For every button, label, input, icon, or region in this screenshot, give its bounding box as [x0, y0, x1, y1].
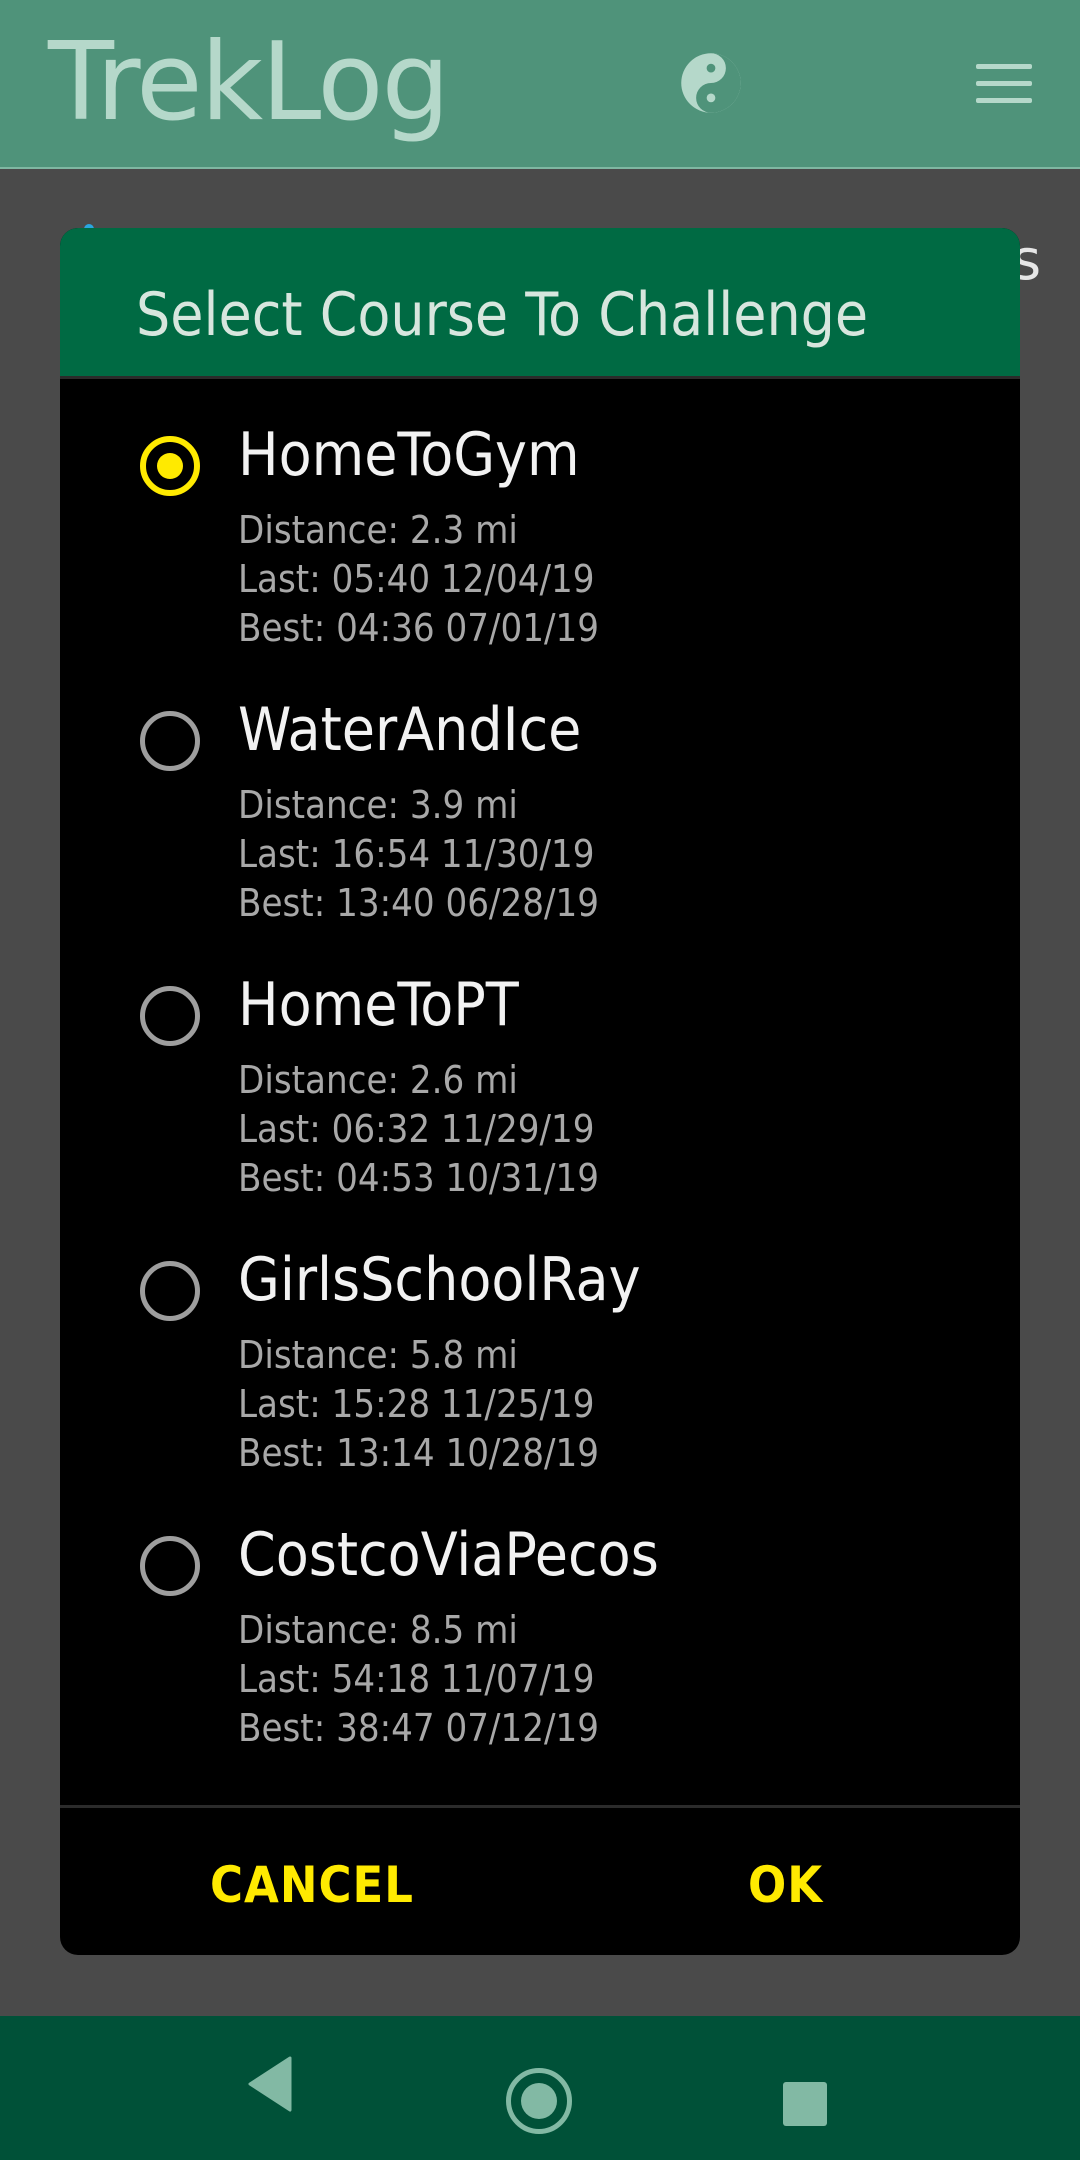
course-best-time: Best: 04:53 10/31/19 — [238, 1156, 599, 1200]
ok-button[interactable]: OK — [748, 1856, 823, 1914]
course-name: WaterAndIce — [238, 695, 582, 765]
radio-unselected-icon[interactable] — [140, 1536, 200, 1596]
course-last-time: Last: 05:40 12/04/19 — [238, 557, 595, 601]
course-distance: Distance: 8.5 mi — [238, 1608, 518, 1652]
app-bar: TrekLog — [0, 0, 1080, 169]
home-circle-icon[interactable] — [506, 2068, 572, 2134]
course-last-time: Last: 06:32 11/29/19 — [238, 1107, 595, 1151]
system-navigation-bar — [0, 2016, 1080, 2160]
course-name: HomeToGym — [238, 420, 580, 490]
course-option-hometopt[interactable]: HomeToPT Distance: 2.6 mi Last: 06:32 11… — [60, 970, 1020, 1246]
course-distance: Distance: 2.3 mi — [238, 508, 518, 552]
course-distance: Distance: 2.6 mi — [238, 1058, 518, 1102]
course-last-time: Last: 16:54 11/30/19 — [238, 832, 595, 876]
radio-unselected-icon[interactable] — [140, 986, 200, 1046]
course-distance: Distance: 5.8 mi — [238, 1333, 518, 1377]
yin-yang-icon[interactable] — [680, 52, 742, 114]
course-select-dialog: Select Course To Challenge HomeToGym Dis… — [60, 228, 1020, 1955]
course-name: HomeToPT — [238, 970, 519, 1040]
dialog-divider — [60, 1805, 1020, 1808]
back-triangle-icon[interactable] — [246, 2056, 292, 2112]
radio-unselected-icon[interactable] — [140, 1261, 200, 1321]
radio-selected-icon[interactable] — [140, 436, 200, 496]
course-name: GirlsSchoolRay — [238, 1245, 641, 1315]
course-last-time: Last: 15:28 11/25/19 — [238, 1382, 595, 1426]
cancel-button[interactable]: CANCEL — [210, 1856, 414, 1914]
dialog-header: Select Course To Challenge — [60, 228, 1020, 379]
course-best-time: Best: 13:14 10/28/19 — [238, 1431, 599, 1475]
course-name: CostcoViaPecos — [238, 1520, 659, 1590]
recents-square-icon[interactable] — [783, 2082, 827, 2126]
course-option-costcoviapecos[interactable]: CostcoViaPecos Distance: 8.5 mi Last: 54… — [60, 1520, 1020, 1796]
course-option-waterandice[interactable]: WaterAndIce Distance: 3.9 mi Last: 16:54… — [60, 695, 1020, 971]
course-option-girlsschoolray[interactable]: GirlsSchoolRay Distance: 5.8 mi Last: 15… — [60, 1245, 1020, 1521]
course-distance: Distance: 3.9 mi — [238, 783, 518, 827]
course-best-time: Best: 13:40 06/28/19 — [238, 881, 599, 925]
course-option-hometogym[interactable]: HomeToGym Distance: 2.3 mi Last: 05:40 1… — [60, 420, 1020, 696]
course-last-time: Last: 54:18 11/07/19 — [238, 1657, 595, 1701]
hamburger-menu-icon[interactable] — [976, 64, 1032, 104]
course-best-time: Best: 04:36 07/01/19 — [238, 606, 599, 650]
app-title: TrekLog — [48, 20, 450, 145]
course-best-time: Best: 38:47 07/12/19 — [238, 1706, 599, 1750]
radio-unselected-icon[interactable] — [140, 711, 200, 771]
dialog-title: Select Course To Challenge — [136, 280, 869, 350]
